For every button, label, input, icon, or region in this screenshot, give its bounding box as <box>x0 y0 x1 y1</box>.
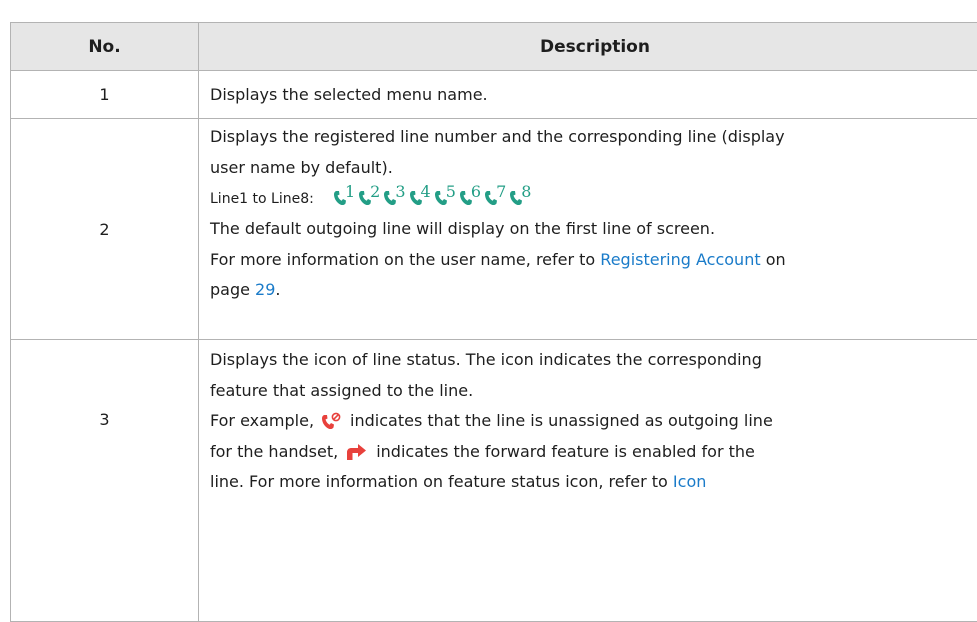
line-icons-row: Line1 to Line8: 1 2 3 4 5 6 7 8 <box>210 183 977 214</box>
table-row: 3 Displays the icon of line status. The … <box>11 340 977 622</box>
row-number: 2 <box>11 119 199 340</box>
line-icon: 6 <box>459 190 481 206</box>
description-line: Displays the icon of line status. The ic… <box>210 345 977 376</box>
line-digit: 4 <box>421 184 431 200</box>
line-icon: 4 <box>409 190 431 206</box>
text-segment: indicates the forward feature is enabled… <box>376 442 755 461</box>
line-digit: 8 <box>521 184 531 200</box>
description-line: feature that assigned to the line. <box>210 376 977 407</box>
line-digit: 5 <box>446 184 456 200</box>
row-description: Displays the registered line number and … <box>199 119 977 340</box>
table-row: 1 Displays the selected menu name. <box>11 71 977 119</box>
line-icons-group: 1 2 3 4 5 6 7 8 <box>333 190 532 206</box>
description-line: For example, indicates that the line is u… <box>210 406 977 437</box>
text-segment: on <box>761 250 786 269</box>
page-29-link[interactable]: 29 <box>255 280 275 299</box>
line-icon: 7 <box>484 190 506 206</box>
description-line: for the handset, indicates the forward fe… <box>210 437 977 468</box>
row-description: Displays the icon of line status. The ic… <box>199 340 977 622</box>
text-segment: page <box>210 280 255 299</box>
text-segment: for the handset, <box>210 442 338 461</box>
row-number: 3 <box>11 340 199 622</box>
description-text: Displays the selected menu name. <box>210 85 488 104</box>
line-digit: 2 <box>370 184 380 200</box>
text-segment: For more information on the user name, r… <box>210 250 600 269</box>
description-table: No. Description 1 Displays the selected … <box>10 22 977 622</box>
icon-link[interactable]: Icon <box>673 472 706 491</box>
line-icon: 1 <box>333 190 355 206</box>
header-description: Description <box>199 23 977 71</box>
unassigned-line-icon <box>321 410 341 441</box>
table-header-row: No. Description <box>11 23 977 71</box>
line-icon: 3 <box>383 190 405 206</box>
row-number: 1 <box>11 71 199 119</box>
line-icon: 5 <box>434 190 456 206</box>
description-line: The default outgoing line will display o… <box>210 214 977 245</box>
description-line: line. For more information on feature st… <box>210 467 977 498</box>
row-description: Displays the selected menu name. <box>199 71 977 119</box>
line-digit: 1 <box>345 184 355 200</box>
description-line: user name by default). <box>210 153 977 184</box>
line-digit: 6 <box>471 184 481 200</box>
line-icon: 2 <box>358 190 380 206</box>
line-digit: 3 <box>395 184 405 200</box>
text-segment: line. For more information on feature st… <box>210 472 673 491</box>
line-icon: 8 <box>509 190 531 206</box>
text-segment: . <box>275 280 280 299</box>
header-no: No. <box>11 23 199 71</box>
table-row: 2 Displays the registered line number an… <box>11 119 977 340</box>
description-line: page 29. <box>210 275 977 306</box>
description-line: For more information on the user name, r… <box>210 245 977 276</box>
text-segment: indicates that the line is unassigned as… <box>350 411 773 430</box>
line-digit: 7 <box>496 184 506 200</box>
text-segment: For example, <box>210 411 314 430</box>
description-line: Displays the registered line number and … <box>210 122 977 153</box>
registering-account-link[interactable]: Registering Account <box>600 250 760 269</box>
line-icons-label: Line1 to Line8: <box>210 191 314 207</box>
